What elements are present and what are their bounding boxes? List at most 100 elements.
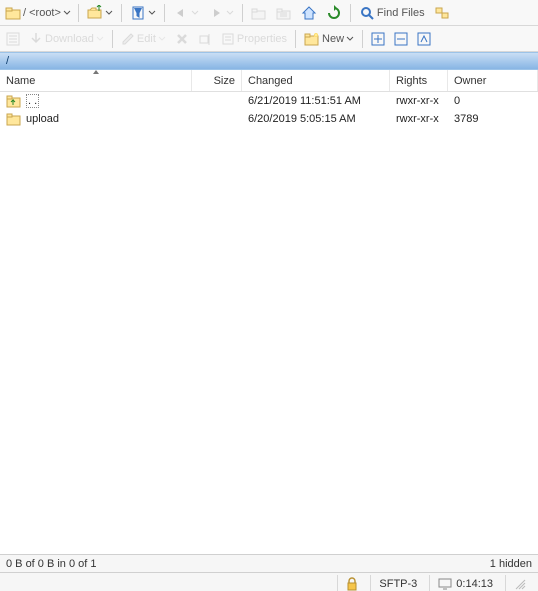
select-plus-button[interactable] xyxy=(367,28,389,50)
folder-icon xyxy=(6,112,22,126)
column-headers: Name Size Changed Rights Owner xyxy=(0,70,538,92)
separator xyxy=(164,4,165,22)
dropdown-arrow-icon xyxy=(63,9,71,17)
hidden-count: 1 hidden xyxy=(490,558,532,570)
encryption-indicator[interactable] xyxy=(337,575,366,591)
folder-open-icon xyxy=(87,5,103,21)
toolbar-actions: Download Edit Properties New xyxy=(0,26,538,52)
lock-icon xyxy=(346,577,358,591)
file-name: upload xyxy=(26,113,59,125)
selection-summary: 0 B of 0 B in 0 of 1 xyxy=(6,558,97,570)
dropdown-arrow-icon xyxy=(191,9,199,17)
download-button[interactable]: Download xyxy=(25,28,108,50)
column-header-changed[interactable]: Changed xyxy=(242,70,390,91)
dropdown-arrow-icon xyxy=(346,35,354,43)
dropdown-arrow-icon xyxy=(96,35,104,43)
select-invert-button[interactable] xyxy=(413,28,435,50)
separator xyxy=(121,4,122,22)
refresh-button[interactable] xyxy=(322,2,346,24)
folder-icon xyxy=(5,5,21,21)
queue-button[interactable] xyxy=(2,28,24,50)
arrow-left-icon xyxy=(173,7,189,19)
home-icon xyxy=(301,5,317,21)
column-header-name[interactable]: Name xyxy=(0,70,192,91)
sort-asc-icon xyxy=(92,69,100,75)
edit-button[interactable]: Edit xyxy=(117,28,170,50)
plus-box-icon xyxy=(371,32,385,46)
column-header-owner[interactable]: Owner xyxy=(448,70,538,91)
properties-label: Properties xyxy=(237,33,287,45)
column-header-owner-label: Owner xyxy=(454,75,486,87)
current-folder-label: / <root> xyxy=(23,7,61,19)
column-header-changed-label: Changed xyxy=(248,75,293,87)
dropdown-arrow-icon xyxy=(158,35,166,43)
session-time: 0:14:13 xyxy=(429,575,501,591)
separator xyxy=(112,30,113,48)
file-row[interactable]: . .6/21/2019 11:51:51 AMrwxr-xr-x0 xyxy=(0,92,538,110)
protocol-indicator: SFTP-3 xyxy=(370,575,425,591)
grip-icon xyxy=(514,578,526,590)
file-changed: 6/21/2019 11:51:51 AM xyxy=(242,95,390,107)
file-list[interactable]: . . 6/21/2019 11:51:51 AMrwxr-xr-x0 upload… xyxy=(0,92,538,554)
forward-button[interactable] xyxy=(204,2,238,24)
column-header-rights-label: Rights xyxy=(396,75,427,87)
invert-box-icon xyxy=(417,32,431,46)
find-files-label: Find Files xyxy=(377,7,425,19)
monitor-icon xyxy=(438,578,452,590)
status-spacer xyxy=(4,575,333,591)
filter-icon xyxy=(130,5,146,21)
status-bar-connection: SFTP-3 0:14:13 xyxy=(0,572,538,591)
refresh-icon xyxy=(326,5,342,21)
breadcrumb[interactable]: / xyxy=(0,52,538,70)
current-folder-selector[interactable]: / <root> xyxy=(2,3,74,23)
new-button[interactable]: New xyxy=(300,28,358,50)
back-button[interactable] xyxy=(169,2,203,24)
sync-icon xyxy=(434,5,450,21)
find-files-button[interactable]: Find Files xyxy=(355,2,429,24)
properties-icon xyxy=(221,32,235,46)
edit-label: Edit xyxy=(137,33,156,45)
filter-button[interactable] xyxy=(126,2,160,24)
parent-folder-icon xyxy=(6,94,22,108)
separator xyxy=(78,4,79,22)
resize-grip[interactable] xyxy=(505,575,534,591)
new-folder-icon xyxy=(304,31,320,47)
protocol-text: SFTP-3 xyxy=(379,578,417,590)
queue-icon xyxy=(6,32,20,46)
delete-button[interactable] xyxy=(171,28,193,50)
file-name: . . xyxy=(26,95,39,107)
download-label: Download xyxy=(45,33,94,45)
open-folder-button[interactable] xyxy=(83,2,117,24)
breadcrumb-text: / xyxy=(6,55,9,67)
minus-box-icon xyxy=(394,32,408,46)
dropdown-arrow-icon xyxy=(105,9,113,17)
file-owner: 3789 xyxy=(448,113,538,125)
column-header-size[interactable]: Size xyxy=(192,70,242,91)
root-dir-button[interactable] xyxy=(272,2,296,24)
column-header-rights[interactable]: Rights xyxy=(390,70,448,91)
file-row[interactable]: upload 6/20/2019 5:05:15 AMrwxr-xr-x3789 xyxy=(0,110,538,128)
delete-icon xyxy=(175,32,189,46)
folder-root-icon xyxy=(276,5,292,21)
home-button[interactable] xyxy=(297,2,321,24)
sync-browse-button[interactable] xyxy=(430,2,454,24)
file-rights: rwxr-xr-x xyxy=(390,113,448,125)
new-label: New xyxy=(322,33,344,45)
separator xyxy=(350,4,351,22)
separator xyxy=(295,30,296,48)
dropdown-arrow-icon xyxy=(226,9,234,17)
download-icon xyxy=(29,32,43,46)
parent-dir-button[interactable] xyxy=(247,2,271,24)
column-header-name-label: Name xyxy=(6,75,35,87)
rename-button[interactable] xyxy=(194,28,216,50)
select-minus-button[interactable] xyxy=(390,28,412,50)
search-icon xyxy=(359,5,375,21)
dropdown-arrow-icon xyxy=(148,9,156,17)
status-bar-selection: 0 B of 0 B in 0 of 1 1 hidden xyxy=(0,554,538,572)
file-owner: 0 xyxy=(448,95,538,107)
separator xyxy=(362,30,363,48)
properties-button[interactable]: Properties xyxy=(217,28,291,50)
separator xyxy=(242,4,243,22)
session-time-text: 0:14:13 xyxy=(456,578,493,590)
file-changed: 6/20/2019 5:05:15 AM xyxy=(242,113,390,125)
